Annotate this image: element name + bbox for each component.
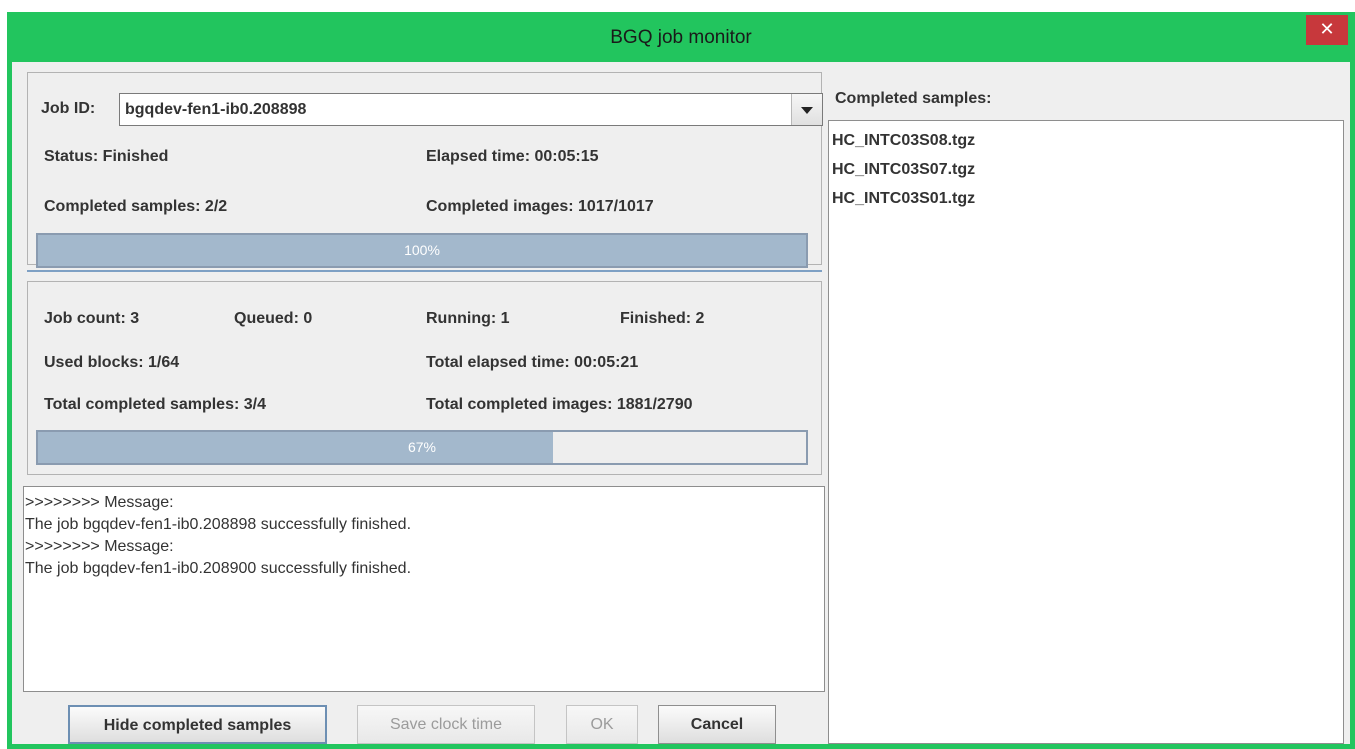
- list-item[interactable]: HC_INTC03S01.tgz: [832, 184, 1340, 213]
- total-elapsed-time: Total elapsed time: 00:05:21: [426, 354, 639, 371]
- total-completed-samples: Total completed samples: 3/4: [44, 396, 266, 413]
- total-completed-images: Total completed images: 1881/2790: [426, 396, 693, 413]
- job-elapsed-time: Elapsed time: 00:05:15: [426, 148, 599, 165]
- job-id-dropdown[interactable]: bgqdev-fen1-ib0.208898: [119, 93, 823, 126]
- running-count: Running: 1: [426, 310, 510, 327]
- finished-count: Finished: 2: [620, 310, 705, 327]
- job-completed-images: Completed images: 1017/1017: [426, 198, 654, 215]
- used-blocks: Used blocks: 1/64: [44, 354, 180, 371]
- panel-separator[interactable]: [27, 270, 822, 272]
- save-clock-time-button[interactable]: Save clock time: [357, 705, 535, 744]
- job-id-label: Job ID:: [41, 100, 96, 117]
- queued-count: Queued: 0: [234, 310, 313, 327]
- summary-panel: Job count: 3 Queued: 0 Running: 1 Finish…: [27, 281, 822, 475]
- job-detail-panel: Job ID: bgqdev-fen1-ib0.208898 Status: F…: [27, 72, 823, 268]
- job-completed-samples: Completed samples: 2/2: [44, 198, 228, 215]
- close-icon: ✕: [1319, 19, 1335, 39]
- log-line: >>>>>>>> Message:: [25, 494, 174, 511]
- completed-samples-title: Completed samples:: [835, 90, 992, 107]
- total-progress-bar: 67%: [36, 430, 808, 465]
- client-area: Job ID: bgqdev-fen1-ib0.208898 Status: F…: [12, 62, 1350, 744]
- window-title: BGQ job monitor: [610, 27, 752, 48]
- job-count: Job count: 3: [44, 310, 140, 327]
- log-line: The job bgqdev-fen1-ib0.208900 successfu…: [25, 560, 412, 577]
- job-monitor-window: BGQ job monitor ✕ Job ID: bgqdev-fen1-ib…: [7, 12, 1355, 749]
- job-progress-bar: 100%: [36, 233, 808, 268]
- message-log[interactable]: >>>>>>>> Message: The job bgqdev-fen1-ib…: [23, 486, 825, 692]
- log-line: The job bgqdev-fen1-ib0.208898 successfu…: [25, 516, 412, 533]
- ok-button[interactable]: OK: [566, 705, 638, 744]
- chevron-down-icon[interactable]: [791, 94, 822, 125]
- job-id-value: bgqdev-fen1-ib0.208898: [125, 101, 307, 118]
- job-status: Status: Finished: [44, 148, 169, 165]
- close-button[interactable]: ✕: [1306, 15, 1348, 45]
- list-item[interactable]: HC_INTC03S07.tgz: [832, 155, 1340, 184]
- total-progress-label: 67%: [407, 439, 437, 455]
- completed-samples-list[interactable]: HC_INTC03S08.tgz HC_INTC03S07.tgz HC_INT…: [828, 120, 1344, 744]
- cancel-button[interactable]: Cancel: [658, 705, 776, 744]
- job-progress-label: 100%: [404, 242, 440, 258]
- log-line: >>>>>>>> Message:: [25, 538, 174, 555]
- list-item[interactable]: HC_INTC03S08.tgz: [832, 126, 1340, 155]
- title-bar[interactable]: BGQ job monitor ✕: [7, 12, 1355, 62]
- hide-completed-samples-button[interactable]: Hide completed samples: [68, 705, 327, 744]
